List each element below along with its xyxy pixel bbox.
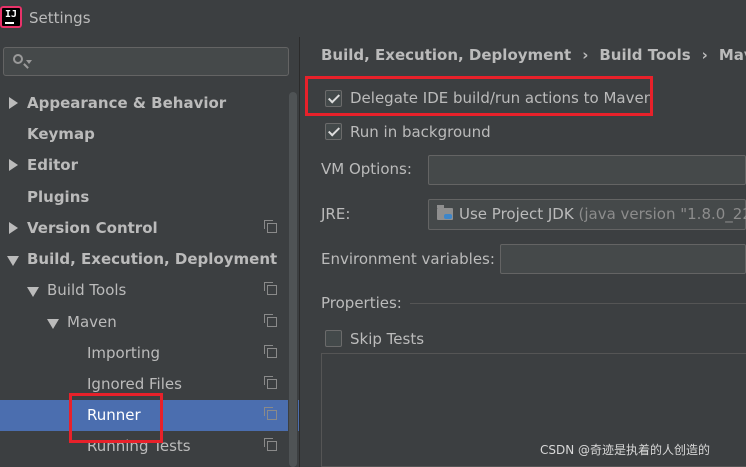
project-level-icon [264, 282, 277, 295]
sidebar-item-label: Version Control [27, 219, 158, 237]
search-input[interactable] [3, 47, 289, 76]
project-level-icon [264, 220, 277, 233]
project-level-icon [264, 407, 277, 420]
collapse-arrow-icon[interactable] [47, 319, 59, 329]
sidebar-item-label: Maven [67, 313, 117, 331]
sidebar-item-label: Appearance & Behavior [27, 94, 227, 112]
sidebar-item-label: Keymap [27, 125, 95, 143]
skip-tests-label[interactable]: Skip Tests [350, 330, 424, 348]
sidebar-item-appearance-behavior[interactable]: Appearance & Behavior [0, 88, 300, 119]
panel-divider[interactable] [299, 37, 300, 467]
highlight-box-delegate [305, 76, 653, 116]
properties-label: Properties: [321, 294, 402, 312]
sidebar-item-importing[interactable]: Importing [0, 338, 300, 369]
sidebar-scrollbar-thumb[interactable] [289, 92, 297, 467]
window-title: Settings [29, 9, 91, 27]
title-bar: IJ Settings [0, 0, 746, 37]
sidebar-item-keymap[interactable]: Keymap [0, 119, 300, 150]
expand-arrow-icon[interactable] [9, 97, 18, 109]
jre-select[interactable]: Use Project JDK (java version "1.8.0_221 [428, 199, 746, 230]
breadcrumb-separator: › [582, 46, 589, 64]
jre-label: JRE: [321, 205, 351, 223]
project-level-icon [264, 376, 277, 389]
jre-value: Use Project JDK [459, 205, 574, 223]
sidebar-item-label: Importing [87, 344, 160, 362]
sidebar-item-build-execution-deployment[interactable]: Build, Execution, Deployment [0, 244, 300, 275]
search-options-icon[interactable] [26, 60, 32, 64]
run-in-background-checkbox[interactable] [325, 123, 342, 140]
collapse-arrow-icon[interactable] [27, 287, 39, 297]
app-icon-text: IJ [5, 9, 18, 20]
breadcrumb-item: Build Tools [599, 46, 691, 64]
jre-selected-value: Use Project JDK (java version "1.8.0_221 [459, 205, 746, 223]
sidebar-item-label: Plugins [27, 188, 90, 206]
sidebar-item-plugins[interactable]: Plugins [0, 182, 300, 213]
project-level-icon [264, 345, 277, 358]
expand-arrow-icon[interactable] [9, 159, 18, 171]
sidebar-item-maven[interactable]: Maven [0, 307, 300, 338]
highlight-box-runner [69, 393, 163, 443]
project-level-icon [264, 314, 277, 327]
environment-variables-input[interactable] [500, 244, 746, 274]
skip-tests-checkbox[interactable] [325, 330, 342, 347]
intellij-app-icon: IJ [0, 6, 22, 28]
properties-separator [410, 303, 746, 304]
environment-variables-label: Environment variables: [321, 250, 495, 268]
breadcrumb: Build, Execution, Deployment › Build Tools… [321, 46, 746, 64]
sidebar-item-editor[interactable]: Editor [0, 150, 300, 181]
collapse-arrow-icon[interactable] [7, 256, 19, 266]
breadcrumb-item: Build, Execution, Deployment [321, 46, 572, 64]
breadcrumb-item: Maven [718, 46, 746, 64]
sidebar-item-version-control[interactable]: Version Control [0, 213, 300, 244]
vm-options-input[interactable] [428, 155, 746, 185]
search-icon[interactable] [13, 54, 23, 64]
sidebar-item-build-tools[interactable]: Build Tools [0, 275, 300, 306]
project-level-icon [264, 438, 277, 451]
jre-version-detail: (java version "1.8.0_221 [578, 205, 746, 223]
sidebar-item-label: Editor [27, 156, 78, 174]
sidebar-item-label: Build, Execution, Deployment [27, 250, 278, 268]
breadcrumb-separator: › [701, 46, 708, 64]
vm-options-label: VM Options: [321, 160, 412, 178]
jdk-folder-icon [437, 205, 453, 220]
watermark-text: CSDN @奇迹是执着的人创造的 [540, 443, 711, 457]
sidebar-item-label: Build Tools [47, 281, 127, 299]
expand-arrow-icon[interactable] [9, 222, 18, 234]
run-in-background-label[interactable]: Run in background [350, 123, 491, 141]
